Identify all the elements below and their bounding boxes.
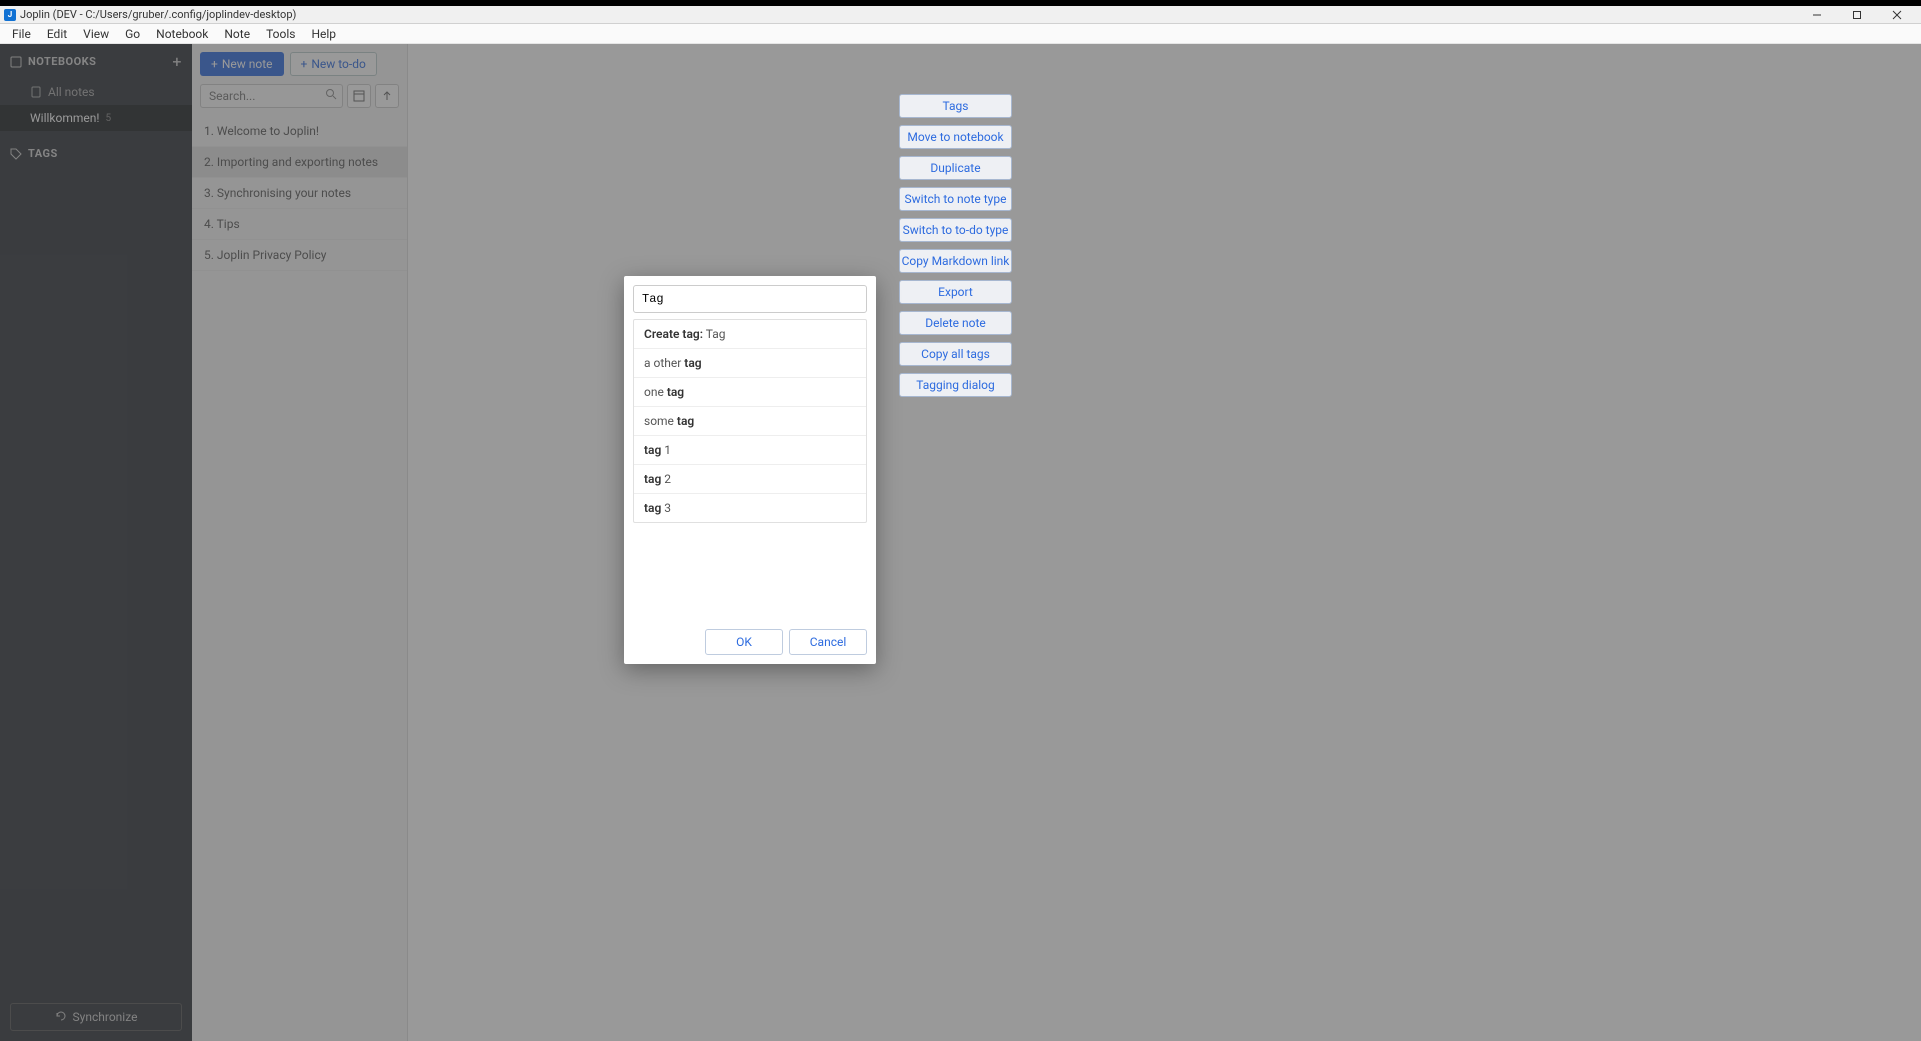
context-menu-item[interactable]: Switch to note type	[899, 187, 1012, 211]
sugg-post: 3	[661, 501, 671, 515]
menu-go[interactable]: Go	[117, 25, 148, 43]
context-menu-item[interactable]: Copy Markdown link	[899, 249, 1012, 273]
context-menu: Tags Move to notebook Duplicate Switch to n…	[899, 94, 1012, 397]
sugg-match: tag	[677, 414, 694, 428]
context-menu-item[interactable]: Tagging dialog	[899, 373, 1012, 397]
sugg-match: tag	[644, 443, 661, 457]
tag-suggestion-item[interactable]: tag 1	[634, 436, 866, 465]
menu-edit[interactable]: Edit	[39, 25, 75, 43]
menu-tools[interactable]: Tools	[258, 25, 303, 43]
window-title: Joplin (DEV - C:/Users/gruber/.config/jo…	[20, 8, 296, 21]
context-menu-item[interactable]: Tags	[899, 94, 1012, 118]
tag-suggestion-item[interactable]: some tag	[634, 407, 866, 436]
context-menu-item[interactable]: Export	[899, 280, 1012, 304]
sugg-pre: one	[644, 385, 667, 399]
sugg-match: tag	[667, 385, 684, 399]
cancel-button[interactable]: Cancel	[789, 629, 867, 655]
maximize-button[interactable]	[1837, 6, 1877, 24]
minimize-button[interactable]	[1797, 6, 1837, 24]
tag-suggestion-item[interactable]: one tag	[634, 378, 866, 407]
context-menu-item[interactable]: Delete note	[899, 311, 1012, 335]
menu-view[interactable]: View	[75, 25, 117, 43]
close-button[interactable]	[1877, 6, 1917, 24]
sugg-match: tag	[684, 356, 701, 370]
context-menu-item[interactable]: Move to notebook	[899, 125, 1012, 149]
sugg-pre: a other	[644, 356, 684, 370]
context-menu-item[interactable]: Switch to to-do type	[899, 218, 1012, 242]
tag-dialog: Create tag: Tag a other tagone tagsome t…	[624, 276, 876, 664]
sugg-pre: some	[644, 414, 677, 428]
app-icon: J	[4, 9, 16, 21]
ok-button[interactable]: OK	[705, 629, 783, 655]
context-menu-item[interactable]: Copy all tags	[899, 342, 1012, 366]
tag-suggestions: Create tag: Tag a other tagone tagsome t…	[633, 319, 867, 523]
create-tag-prefix: Create tag:	[644, 327, 703, 341]
sugg-match: tag	[644, 472, 661, 486]
tag-input[interactable]	[633, 285, 867, 313]
menubar: FileEditViewGoNotebookNoteToolsHelp	[0, 24, 1921, 44]
menu-note[interactable]: Note	[216, 25, 258, 43]
tag-suggestion-item[interactable]: a other tag	[634, 349, 866, 378]
tag-suggestion-item[interactable]: tag 3	[634, 494, 866, 522]
create-tag-option[interactable]: Create tag: Tag	[634, 320, 866, 349]
tag-suggestion-item[interactable]: tag 2	[634, 465, 866, 494]
sugg-post: 2	[661, 472, 671, 486]
sugg-match: tag	[644, 501, 661, 515]
menu-file[interactable]: File	[4, 25, 39, 43]
menu-notebook[interactable]: Notebook	[148, 25, 216, 43]
titlebar: J Joplin (DEV - C:/Users/gruber/.config/…	[0, 6, 1921, 24]
menu-help[interactable]: Help	[303, 25, 344, 43]
context-menu-item[interactable]: Duplicate	[899, 156, 1012, 180]
sugg-post: 1	[661, 443, 671, 457]
create-tag-value: Tag	[706, 327, 726, 341]
